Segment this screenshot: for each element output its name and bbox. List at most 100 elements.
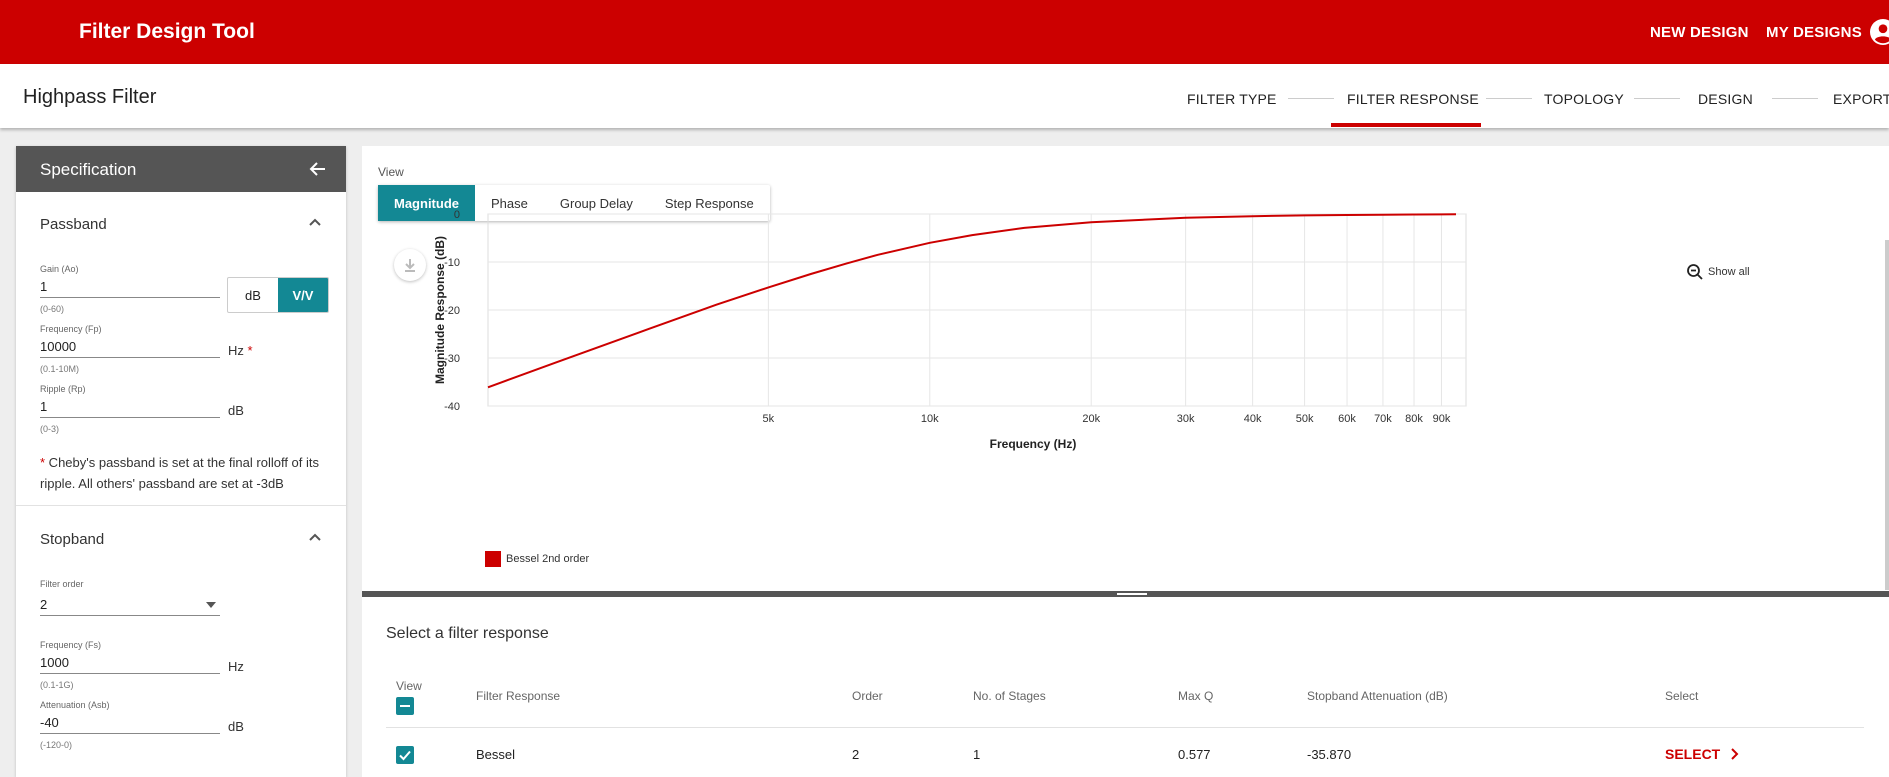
stopband-frequency-input[interactable] xyxy=(40,652,220,674)
app-title: Filter Design Tool xyxy=(79,20,255,43)
gain-input[interactable] xyxy=(40,276,220,298)
section-divider xyxy=(16,505,346,506)
filter-order-label: Filter order xyxy=(40,579,84,589)
zoom-out-icon xyxy=(1687,264,1703,280)
x-tick-label: 40k xyxy=(1244,413,1262,425)
new-design-link[interactable]: NEW DESIGN xyxy=(1650,24,1749,41)
show-all-label: Show all xyxy=(1708,266,1750,278)
chevron-up-icon[interactable] xyxy=(308,530,322,544)
y-tick-label: 0 xyxy=(454,209,460,221)
stopband-frequency-label: Frequency (Fs) xyxy=(40,640,102,650)
stopband-section-title: Stopband xyxy=(40,531,105,548)
filter-response-table-panel: Select a filter response View Filter Res… xyxy=(362,597,1889,777)
col-header-order: Order xyxy=(852,689,883,703)
cell-stages: 1 xyxy=(973,747,981,762)
splitter-grip[interactable] xyxy=(1117,593,1147,595)
header-divider xyxy=(386,727,1864,728)
note-text: Cheby's passband is set at the final rol… xyxy=(40,455,320,491)
passband-section-title: Passband xyxy=(40,216,107,233)
filter-order-select[interactable]: 2 xyxy=(40,594,220,616)
attenuation-unit: dB xyxy=(228,719,244,734)
row-view-checkbox[interactable] xyxy=(396,746,414,764)
page-title: Highpass Filter xyxy=(23,86,157,108)
cell-stopband-attenuation: -35.870 xyxy=(1307,747,1352,762)
col-header-filter-response: Filter Response xyxy=(476,689,561,703)
table-title: Select a filter response xyxy=(386,625,549,642)
select-row-button[interactable]: SELECT xyxy=(1665,746,1742,762)
chart-ticks: 0-10-20-30-405k 10k 20k 30k 40k 50k 60k 70k 80k 9… xyxy=(444,209,1451,425)
account-icon[interactable] xyxy=(1870,19,1889,45)
col-header-max-q: Max Q xyxy=(1178,689,1214,703)
passband-note: * Cheby's passband is set at the final r… xyxy=(40,452,330,494)
col-header-select: Select xyxy=(1665,689,1699,703)
gain-units-toggle[interactable]: dB V/V xyxy=(227,277,329,313)
chevron-right-icon xyxy=(1731,748,1739,760)
col-header-view: View xyxy=(396,679,422,693)
x-tick-label: 90k xyxy=(1433,413,1451,425)
cell-max-q: 0.577 xyxy=(1178,747,1211,762)
my-designs-link[interactable]: MY DESIGNS xyxy=(1766,24,1862,41)
required-marker: * xyxy=(247,343,253,358)
passband-frequency-hint: (0.1-10M) xyxy=(40,364,80,374)
db-toggle-button[interactable]: dB xyxy=(228,278,278,312)
legend-swatch xyxy=(485,551,501,567)
chart-series xyxy=(487,213,1457,389)
col-header-stopband-attenuation: Stopband Attenuation (dB) xyxy=(1307,689,1448,703)
step-connector xyxy=(1288,98,1334,99)
response-chart-panel: View Magnitude Phase Group Delay Step Re… xyxy=(362,146,1889,594)
legend-label: Bessel 2nd order xyxy=(506,553,590,565)
ripple-label: Ripple (Rp) xyxy=(40,384,86,394)
ripple-input[interactable] xyxy=(40,396,220,418)
step-export[interactable]: EXPORT xyxy=(1833,91,1889,107)
y-tick-label: -40 xyxy=(444,401,460,413)
x-tick-label: 20k xyxy=(1082,413,1100,425)
active-step-indicator xyxy=(1331,123,1481,127)
ripple-hint: (0-3) xyxy=(40,424,60,434)
hz-unit-text: Hz xyxy=(228,343,244,358)
select-all-checkbox[interactable] xyxy=(396,697,414,715)
passband-frequency-input[interactable] xyxy=(40,336,220,358)
chevron-up-icon[interactable] xyxy=(308,215,322,229)
attenuation-label: Attenuation (Asb) xyxy=(40,700,110,710)
step-filter-response[interactable]: FILTER RESPONSE xyxy=(1347,91,1479,107)
stopband-frequency-unit: Hz xyxy=(228,659,244,674)
select-label: SELECT xyxy=(1665,746,1721,762)
specification-header: Specification xyxy=(16,146,346,192)
step-design[interactable]: DESIGN xyxy=(1698,91,1753,107)
vv-toggle-button[interactable]: V/V xyxy=(278,278,328,312)
chart-grid xyxy=(487,213,1467,407)
specification-title: Specification xyxy=(40,160,137,179)
indeterminate-icon xyxy=(400,705,410,707)
step-filter-type[interactable]: FILTER TYPE xyxy=(1187,91,1277,107)
col-header-stages: No. of Stages xyxy=(973,689,1046,703)
specification-panel: Specification Passband Gain (Ao) (0-60) … xyxy=(16,146,346,777)
gain-hint: (0-60) xyxy=(40,304,65,314)
x-tick-label: 60k xyxy=(1338,413,1356,425)
top-app-bar: Filter Design Tool NEW DESIGN MY DESIGNS xyxy=(0,0,1889,64)
x-tick-label: 50k xyxy=(1296,413,1314,425)
ripple-unit: dB xyxy=(228,403,244,418)
workflow-header: Highpass Filter FILTER TYPE FILTER RESPO… xyxy=(0,64,1889,128)
series-line-bessel xyxy=(487,213,1457,389)
show-all-button[interactable]: Show all xyxy=(1686,263,1750,281)
passband-frequency-label: Frequency (Fp) xyxy=(40,324,102,334)
filter-order-value: 2 xyxy=(40,597,48,612)
caret-down-icon xyxy=(206,602,216,608)
cell-filter-response: Bessel xyxy=(476,747,516,762)
y-axis-label: Magnitude Response (dB) xyxy=(433,236,447,384)
x-tick-label: 5k xyxy=(763,413,775,425)
checkmark-icon xyxy=(399,750,411,761)
step-connector xyxy=(1486,98,1532,99)
chart-scrollbar[interactable] xyxy=(1885,240,1889,590)
x-tick-label: 30k xyxy=(1177,413,1195,425)
gain-label: Gain (Ao) xyxy=(40,264,79,274)
chart-legend: Bessel 2nd order xyxy=(485,551,589,567)
step-topology[interactable]: TOPOLOGY xyxy=(1544,91,1624,107)
x-tick-label: 80k xyxy=(1405,413,1423,425)
attenuation-input[interactable] xyxy=(40,712,220,734)
cell-order: 2 xyxy=(852,747,860,762)
x-axis-label: Frequency (Hz) xyxy=(990,437,1077,451)
arrow-left-icon[interactable] xyxy=(308,159,328,179)
attenuation-hint: (-120-0) xyxy=(40,740,73,750)
x-tick-label: 10k xyxy=(921,413,939,425)
